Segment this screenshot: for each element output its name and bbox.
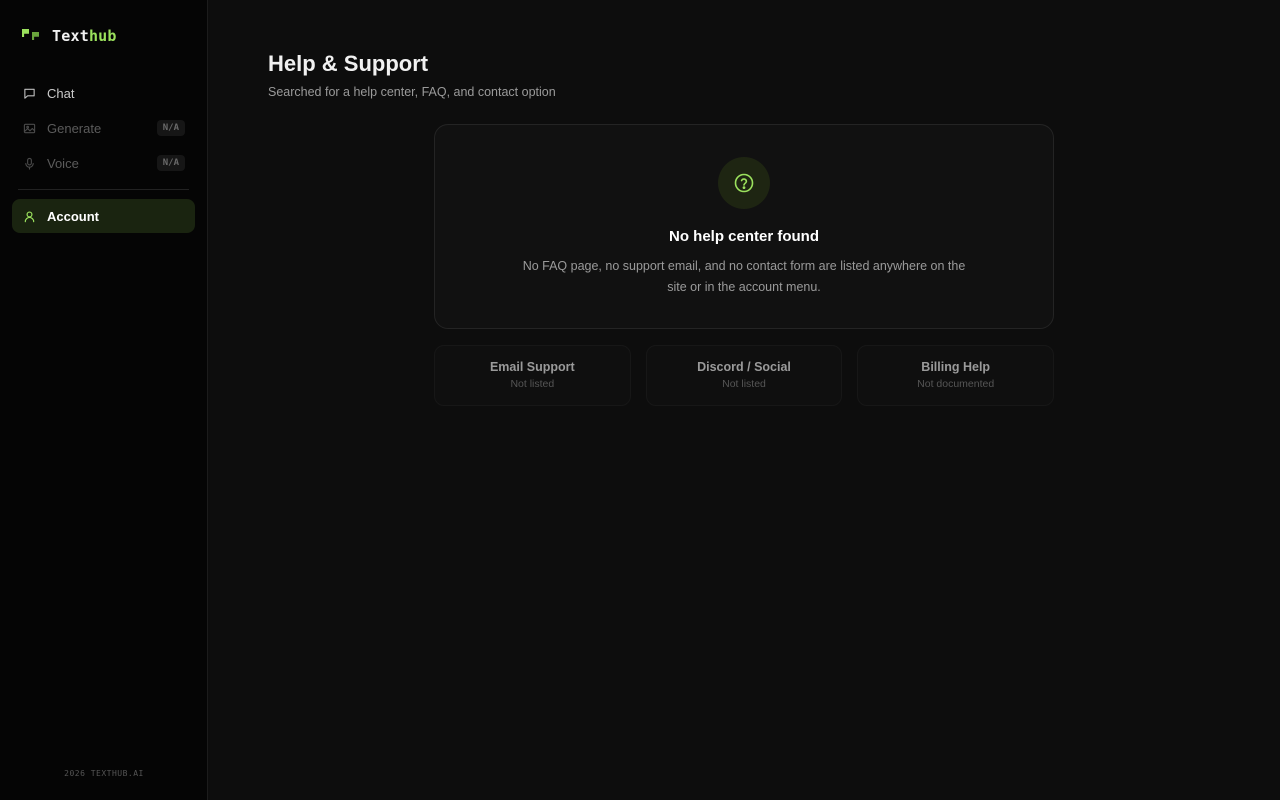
question-circle-icon (718, 157, 770, 209)
sidebar: Texthub Chat Generate N/A Voice N/A Acco… (0, 0, 208, 800)
empty-state-text: No FAQ page, no support email, and no co… (522, 259, 966, 294)
discord-social-option: Discord / Social Not listed (645, 345, 843, 406)
option-status: Not listed (510, 378, 555, 390)
image-icon (23, 122, 36, 135)
microphone-icon (23, 157, 36, 170)
option-title: Billing Help (921, 360, 991, 374)
sidebar-item-label: Generate (47, 120, 102, 136)
option-status: Not listed (722, 378, 766, 390)
support-options: Email Support Not listed Discord / Socia… (434, 345, 1055, 406)
sidebar-item-label: Chat (47, 85, 75, 101)
sidebar-item-label: Account (47, 208, 99, 224)
sidebar-footer: 2026 TEXTHUB.AI (64, 769, 144, 778)
option-title: Email Support (489, 360, 575, 374)
sidebar-item-label: Voice (47, 155, 79, 171)
empty-state-card: No help center found No FAQ page, no sup… (434, 124, 1054, 329)
user-icon (23, 210, 36, 223)
sidebar-item-chat[interactable]: Chat (12, 76, 195, 110)
empty-state-title: No help center found (669, 228, 819, 245)
chat-icon (23, 87, 36, 100)
brand-name: Texthub (52, 27, 117, 45)
flags-logo-icon (22, 29, 40, 43)
sidebar-item-generate[interactable]: Generate N/A (12, 111, 195, 145)
app-window: Texthub Chat Generate N/A Voice N/A Acco… (0, 0, 1280, 800)
sidebar-nav: Chat Generate N/A Voice N/A Account (12, 76, 195, 234)
main-content: Help & Support Searched for a help cente… (208, 0, 1280, 800)
option-title: Discord / Social (697, 360, 791, 374)
email-support-option: Email Support Not listed (434, 345, 631, 406)
na-badge: N/A (156, 155, 185, 171)
sidebar-divider (18, 189, 189, 190)
page-subtitle: Searched for a help center, FAQ, and con… (268, 85, 556, 99)
brand[interactable]: Texthub (22, 27, 117, 45)
na-badge: N/A (156, 120, 185, 136)
sidebar-item-account[interactable]: Account (12, 199, 195, 233)
page-title: Help & Support (268, 51, 429, 76)
sidebar-item-voice[interactable]: Voice N/A (12, 146, 195, 180)
billing-help-option: Billing Help Not documented (857, 345, 1055, 406)
option-status: Not documented (917, 378, 995, 390)
